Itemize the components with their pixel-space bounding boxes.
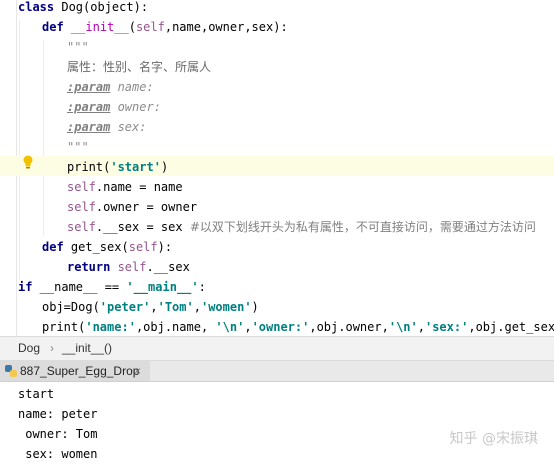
code-line-12[interactable]: self.__sex = sex #以双下划线开头为私有属性，不可直接访问，需要… [67,217,536,237]
code-line-9[interactable]: print('start') [67,157,168,177]
console-line: owner: Tom [18,427,98,441]
code-line-10[interactable]: self.name = name [67,177,183,197]
breadcrumb-separator: › [50,341,54,355]
console-line: start [18,387,55,401]
code-line-6[interactable]: :param owner: [67,97,161,117]
python-icon [5,365,17,377]
breadcrumb-item-class[interactable]: Dog [18,337,40,360]
run-tab[interactable]: 887_Super_Egg_Drop × [0,361,150,381]
watermark: 知乎 @宋振琪 [449,431,538,447]
code-line-8[interactable]: """ [67,137,89,157]
code-line-7[interactable]: :param sex: [67,117,146,137]
breadcrumb: Dog › __init__() [0,336,554,361]
code-line-11[interactable]: self.owner = owner [67,197,197,217]
code-line-13[interactable]: def get_sex(self): [42,237,172,257]
lightbulb-icon[interactable] [22,155,34,169]
code-editor[interactable]: class Dog(object): def __init__(self,nam… [0,0,554,336]
code-line-15[interactable]: if __name__ == '__main__': [18,277,206,297]
code-line-5[interactable]: :param name: [67,77,154,97]
run-console[interactable]: start name: peter owner: Tom sex: women [0,382,554,464]
run-tab-bar: 887_Super_Egg_Drop × [0,361,554,382]
run-tab-label: 887_Super_Egg_Drop [20,364,140,378]
code-line-16[interactable]: obj=Dog('peter','Tom','women') [42,297,259,317]
code-line-2[interactable]: def __init__(self,name,owner,sex): [42,17,288,37]
close-icon[interactable]: × [134,361,141,381]
indent-guide [19,20,20,280]
code-line-4[interactable]: 属性：性别、名字、所属人 [67,57,211,77]
indent-guide [43,40,44,236]
breadcrumb-item-method[interactable]: __init__() [62,337,112,360]
code-line-17[interactable]: print('name:',obj.name, '\n','owner:',ob… [42,317,554,336]
code-line-1[interactable]: class Dog(object): [18,0,148,17]
console-line: name: peter [18,407,98,421]
code-line-14[interactable]: return self.__sex [67,257,190,277]
console-line: sex: women [18,447,98,461]
code-line-3[interactable]: """ [67,37,89,57]
